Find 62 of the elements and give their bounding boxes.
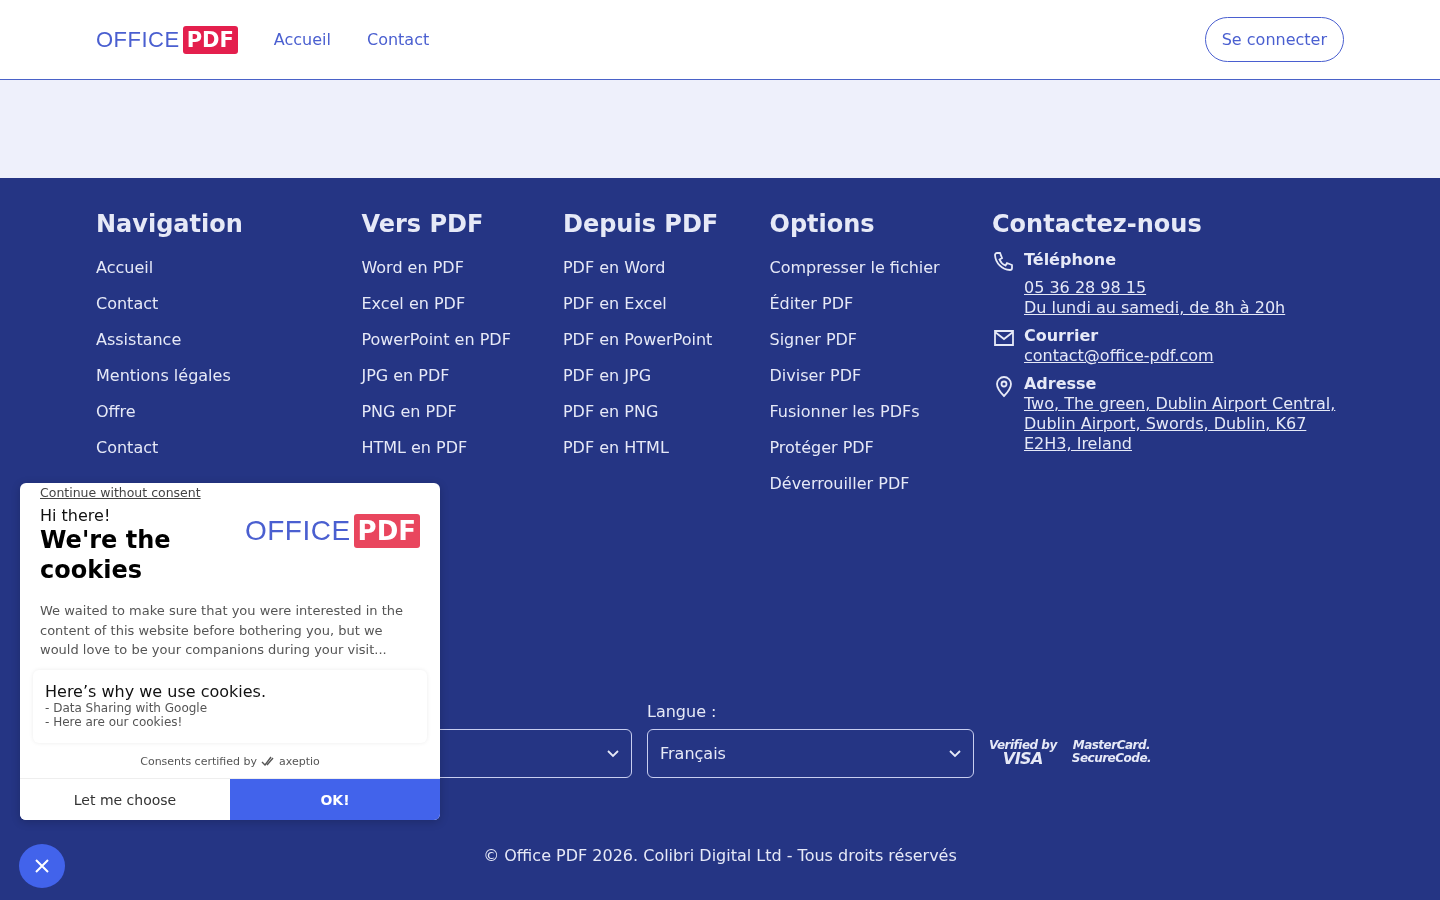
- column-heading: Navigation: [96, 210, 244, 238]
- nav-link[interactable]: Contact: [367, 30, 430, 49]
- info-title: Here’s why we use cookies.: [45, 681, 267, 701]
- payment-logo: Verified by VISA: [989, 739, 1057, 765]
- choose-button[interactable]: Let me choose: [20, 779, 230, 820]
- contact-label: Téléphone: [1024, 250, 1118, 270]
- column-heading: Options: [769, 210, 876, 238]
- chevron-down-icon: [949, 749, 961, 758]
- footer-link[interactable]: PDF en JPG: [562, 358, 770, 394]
- footer-link[interactable]: Signer PDF: [769, 322, 992, 358]
- footer-link[interactable]: Contact: [96, 286, 362, 322]
- greeting-text: Hi there!: [40, 506, 112, 525]
- contact-label: Adresse: [1024, 374, 1098, 394]
- footer-link[interactable]: HTML en PDF: [361, 430, 563, 466]
- footer-link[interactable]: Accueil: [96, 250, 362, 286]
- footer-link[interactable]: Offre: [96, 394, 362, 430]
- continue-without-consent-link[interactable]: Continue without consent: [40, 485, 420, 500]
- info-item: - Here are our cookies!: [45, 714, 183, 729]
- phone-number-link[interactable]: 05 36 28 98 15: [1024, 278, 1344, 298]
- footer-link[interactable]: PDF en PowerPoint: [562, 322, 770, 358]
- column-heading: Depuis PDF: [562, 210, 720, 238]
- phone-icon: [992, 250, 1016, 274]
- copyright-text: © Office PDF 2026. Colibri Digital Ltd - Tous droits réservés: [483, 846, 957, 865]
- footer-link[interactable]: JPG en PDF: [361, 358, 563, 394]
- opening-hours-link[interactable]: Du lundi au samedi, de 8h à 20h: [1024, 298, 1344, 318]
- footer-link[interactable]: Assistance: [96, 322, 362, 358]
- login-button[interactable]: Se connecter: [1204, 17, 1344, 62]
- language-select[interactable]: Français: [647, 729, 974, 778]
- dialog-title: We're the cookies: [40, 525, 172, 585]
- footer-link[interactable]: PDF en Word: [562, 250, 770, 286]
- column-heading: Contactez-nous: [992, 210, 1203, 238]
- footer-link[interactable]: Protéger PDF: [769, 430, 992, 466]
- payment-logo: MasterCard. SecureCode.: [1071, 739, 1152, 765]
- footer-link[interactable]: Contact: [96, 430, 362, 466]
- ok-button[interactable]: OK!: [230, 779, 440, 820]
- field-label: Langue :: [647, 702, 718, 721]
- footer-link[interactable]: Éditer PDF: [769, 286, 992, 322]
- nav-link[interactable]: Accueil: [273, 30, 331, 49]
- email-link[interactable]: contact@office-pdf.com: [1024, 346, 1344, 366]
- footer-link[interactable]: Fusionner les PDFs: [769, 394, 992, 430]
- footer-link[interactable]: Compresser le fichier: [769, 250, 992, 286]
- footer-link[interactable]: Word en PDF: [361, 250, 563, 286]
- chevron-down-icon: [607, 749, 619, 758]
- logo: OFFICE PDF: [244, 511, 420, 551]
- certified-text: Consents certified by: [140, 754, 257, 768]
- close-icon: [34, 858, 50, 874]
- footer-link[interactable]: Déverrouiller PDF: [769, 466, 992, 502]
- contact-label: Courrier: [1024, 326, 1100, 346]
- column-heading: Vers PDF: [361, 210, 485, 238]
- footer-link[interactable]: PDF en HTML: [562, 430, 770, 466]
- check-icon: [261, 756, 275, 766]
- brand-name: axeptio: [279, 754, 320, 768]
- footer-link[interactable]: Excel en PDF: [361, 286, 563, 322]
- footer-link[interactable]: PDF en PNG: [562, 394, 770, 430]
- footer-link[interactable]: Diviser PDF: [769, 358, 992, 394]
- footer-link[interactable]: PNG en PDF: [361, 394, 563, 430]
- logo[interactable]: OFFICE PDF: [96, 25, 238, 54]
- footer-link[interactable]: PDF en Excel: [562, 286, 770, 322]
- info-item: - Data Sharing with Google: [45, 700, 209, 715]
- dialog-text: We waited to make sure that you were interested in the content of this website before bothering you, but we would love to be your companions during your visit...: [40, 602, 405, 659]
- address-link[interactable]: Two, The green, Dublin Airport Central, Dublin Airport, Swords, Dublin, K67 E2H3, Ireland: [1024, 394, 1344, 454]
- footer-link[interactable]: PowerPoint en PDF: [361, 322, 563, 358]
